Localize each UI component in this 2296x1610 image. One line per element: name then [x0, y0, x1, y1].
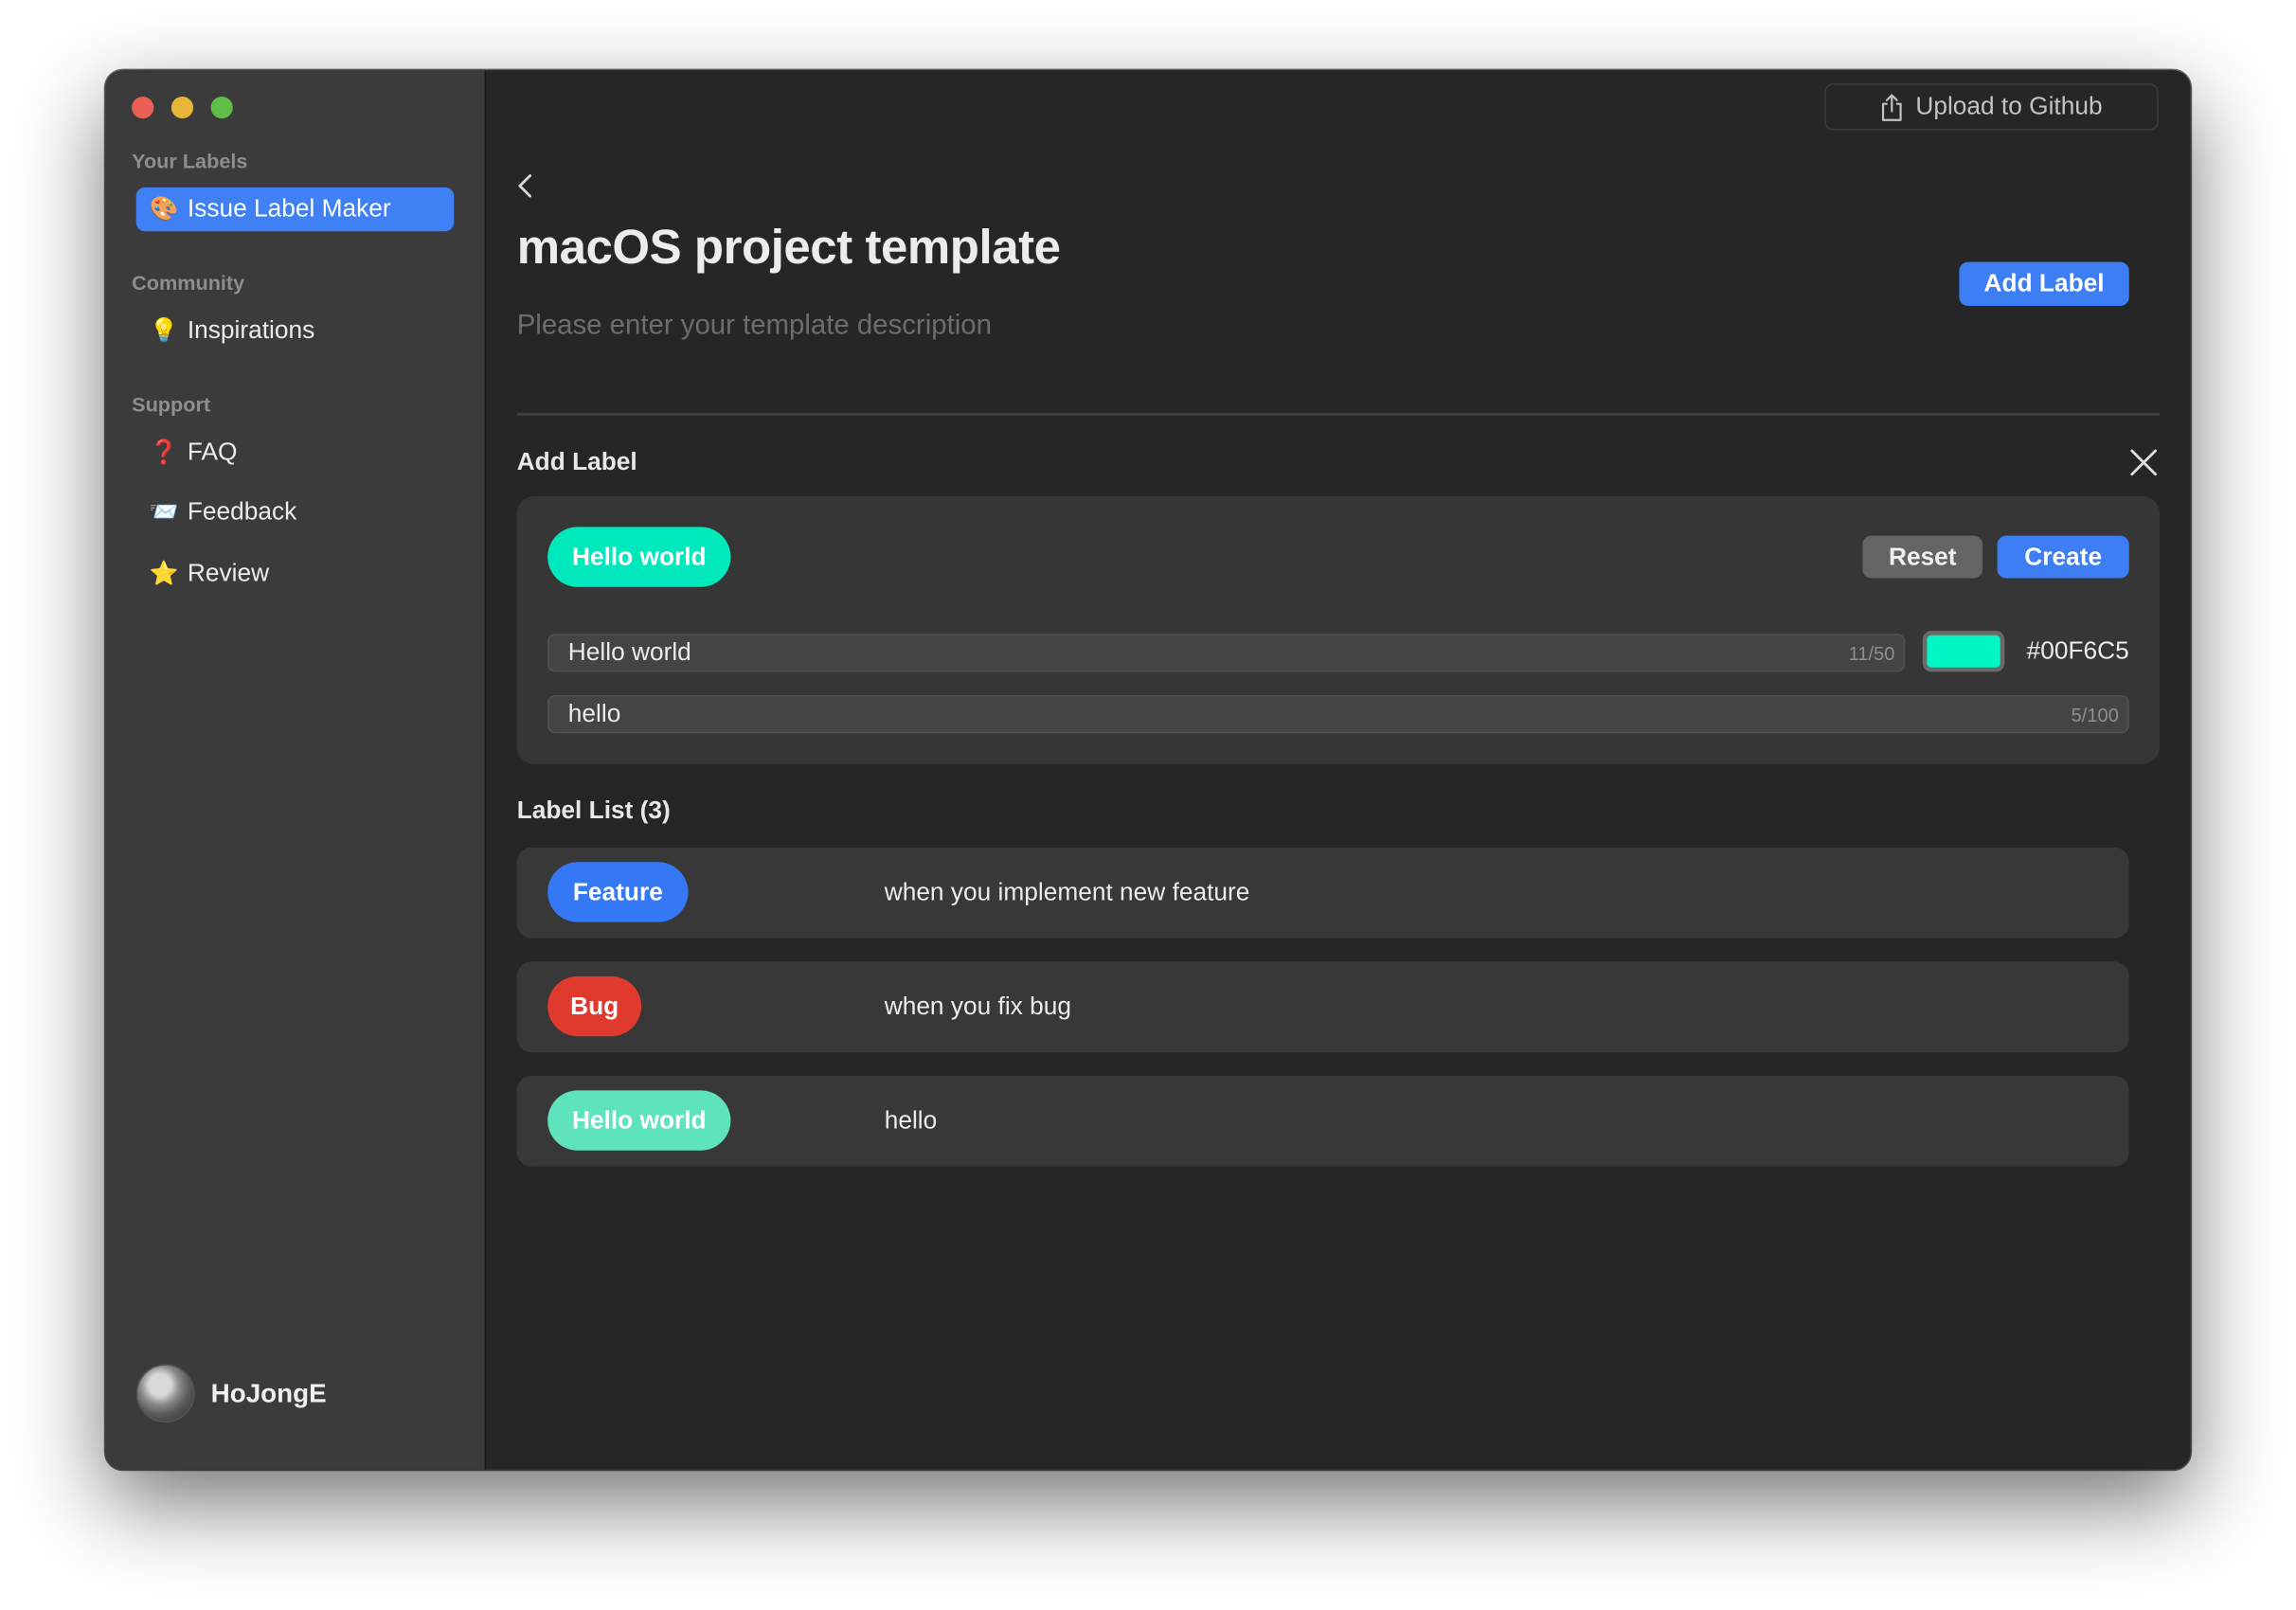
label-row-bug[interactable]: Bug when you fix bug: [516, 961, 2129, 1053]
template-description-field[interactable]: Please enter your template description: [517, 311, 992, 343]
page-title: macOS project template: [516, 219, 1061, 275]
label-row-hello-world[interactable]: Hello world hello: [516, 1075, 2129, 1167]
user-profile[interactable]: HoJongE: [135, 1364, 327, 1423]
label-description: when you implement new feature: [884, 878, 1250, 906]
envelope-icon: 📨: [149, 500, 179, 526]
divider: [516, 412, 2161, 416]
color-hex: #00F6C5: [2026, 636, 2129, 665]
sidebar-section-community: Community: [132, 270, 245, 295]
label-name-field[interactable]: Hello world 11/50: [547, 634, 1906, 672]
zoom-window-button[interactable]: [210, 97, 233, 119]
label-pill: Feature: [547, 862, 689, 922]
label-description-value: hello: [567, 699, 621, 728]
palette-icon: 🎨: [149, 197, 179, 223]
label-description: when you fix bug: [884, 992, 1071, 1021]
app-window: Your Labels 🎨 Issue Label Maker Communit…: [105, 70, 2191, 1470]
label-pill: Bug: [547, 975, 642, 1037]
label-preview: Hello world: [547, 527, 731, 587]
label-description-field[interactable]: hello 5/100: [547, 695, 2129, 734]
back-chevron-icon[interactable]: [515, 172, 536, 199]
add-label-form: Hello world Reset Create Hello world 11/…: [516, 495, 2161, 764]
sidebar-item-label: Feedback: [187, 497, 297, 526]
add-label-button[interactable]: Add Label: [1959, 261, 2129, 307]
sidebar-item-label: Review: [187, 559, 270, 587]
label-name-value: Hello world: [567, 637, 691, 667]
label-pill: Hello world: [547, 1090, 731, 1151]
window-controls: [132, 97, 233, 119]
reset-button[interactable]: Reset: [1862, 535, 1983, 579]
create-button[interactable]: Create: [1997, 535, 2129, 579]
sidebar-item-feedback[interactable]: 📨 Feedback: [136, 491, 454, 534]
upload-label: Upload to Github: [1915, 92, 2103, 120]
upload-to-github-button[interactable]: Upload to Github: [1824, 83, 2159, 131]
close-icon[interactable]: [2129, 448, 2159, 477]
main-content: Upload to Github macOS project template …: [486, 70, 2190, 1469]
minimize-window-button[interactable]: [170, 97, 194, 119]
sidebar-item-label: FAQ: [187, 438, 238, 466]
star-icon: ⭐: [149, 562, 179, 587]
sidebar-section-support: Support: [132, 392, 211, 416]
sidebar-item-label: Issue Label Maker: [187, 194, 391, 223]
sidebar-item-label: Inspirations: [187, 315, 315, 345]
question-mark-icon: ❓: [149, 440, 179, 466]
username: HoJongE: [210, 1378, 327, 1407]
label-description-count: 5/100: [2071, 703, 2119, 725]
sidebar: Your Labels 🎨 Issue Label Maker Communit…: [105, 70, 487, 1470]
sidebar-item-inspirations[interactable]: 💡 Inspirations: [136, 309, 454, 352]
label-name-count: 11/50: [1848, 641, 1895, 664]
label-list-heading: Label List (3): [516, 796, 671, 825]
label-description: hello: [884, 1106, 938, 1135]
add-label-heading: Add Label: [516, 447, 637, 476]
avatar: [135, 1364, 195, 1423]
sidebar-item-review[interactable]: ⭐ Review: [136, 552, 454, 596]
close-window-button[interactable]: [132, 97, 154, 119]
share-icon: [1882, 93, 1902, 121]
lightbulb-icon: 💡: [149, 318, 179, 345]
sidebar-section-your-labels: Your Labels: [132, 149, 248, 173]
sidebar-item-issue-label-maker[interactable]: 🎨 Issue Label Maker: [135, 187, 455, 232]
sidebar-item-faq[interactable]: ❓ FAQ: [136, 430, 454, 474]
label-row-feature[interactable]: Feature when you implement new feature: [516, 847, 2129, 939]
color-swatch[interactable]: [1922, 631, 2005, 672]
